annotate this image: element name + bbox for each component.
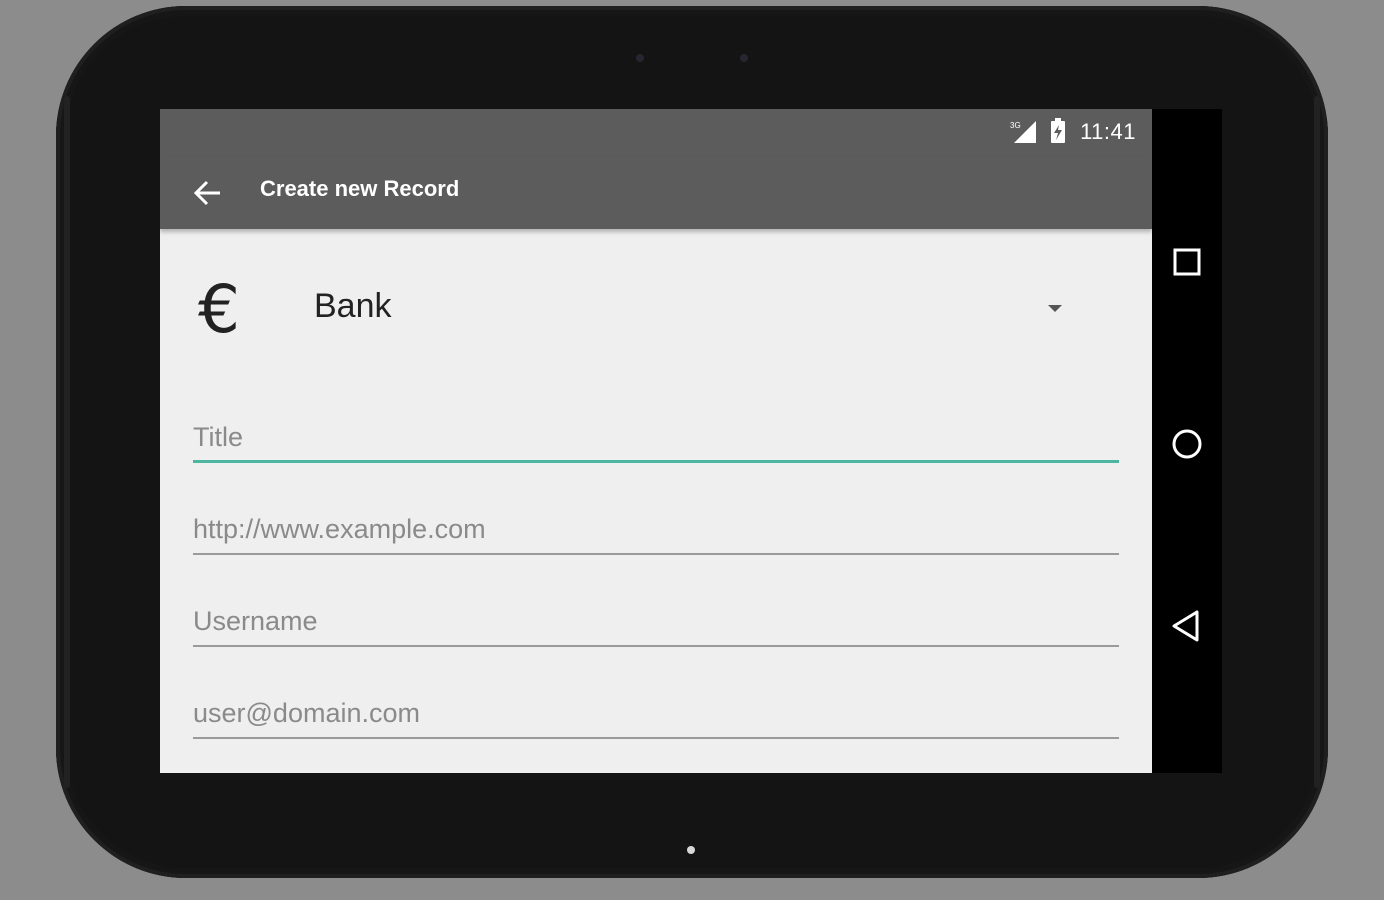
tablet-frame: 3G 11:41 Create new Record € Bank — [56, 6, 1328, 878]
battery-charging-icon — [1051, 118, 1065, 143]
email-field-wrapper — [193, 693, 1119, 739]
url-input[interactable] — [193, 509, 1119, 549]
dropdown-arrow-icon[interactable] — [1048, 305, 1062, 312]
app-toolbar: Create new Record — [160, 157, 1152, 229]
circle-home-icon[interactable] — [1164, 421, 1210, 467]
sensor-dot — [636, 54, 644, 62]
screen: 3G 11:41 Create new Record € Bank — [160, 109, 1222, 773]
square-recents-icon[interactable] — [1164, 239, 1210, 285]
page-title: Create new Record — [260, 176, 460, 201]
svg-text:3G: 3G — [1010, 121, 1021, 130]
title-field-wrapper — [193, 417, 1119, 463]
status-bar: 3G 11:41 — [160, 109, 1152, 157]
signal-3g-icon: 3G — [1010, 121, 1036, 143]
triangle-back-icon[interactable] — [1164, 603, 1210, 649]
username-field-wrapper — [193, 601, 1119, 647]
system-nav-bar — [1152, 109, 1222, 773]
category-dropdown[interactable]: € Bank — [160, 261, 1152, 361]
url-underline — [193, 553, 1119, 555]
euro-icon: € — [198, 271, 240, 348]
category-selected-value: Bank — [314, 287, 392, 325]
email-input[interactable] — [193, 693, 1119, 733]
username-underline — [193, 645, 1119, 647]
username-input[interactable] — [193, 601, 1119, 641]
app-window: 3G 11:41 Create new Record € Bank — [160, 109, 1152, 773]
title-input[interactable] — [193, 417, 1119, 457]
arrow-back-icon[interactable] — [190, 175, 226, 211]
email-underline — [193, 737, 1119, 739]
url-field-wrapper — [193, 509, 1119, 555]
title-underline — [193, 460, 1119, 463]
front-camera — [740, 54, 748, 62]
microphone-dot — [687, 846, 695, 854]
status-time: 11:41 — [1080, 119, 1136, 144]
